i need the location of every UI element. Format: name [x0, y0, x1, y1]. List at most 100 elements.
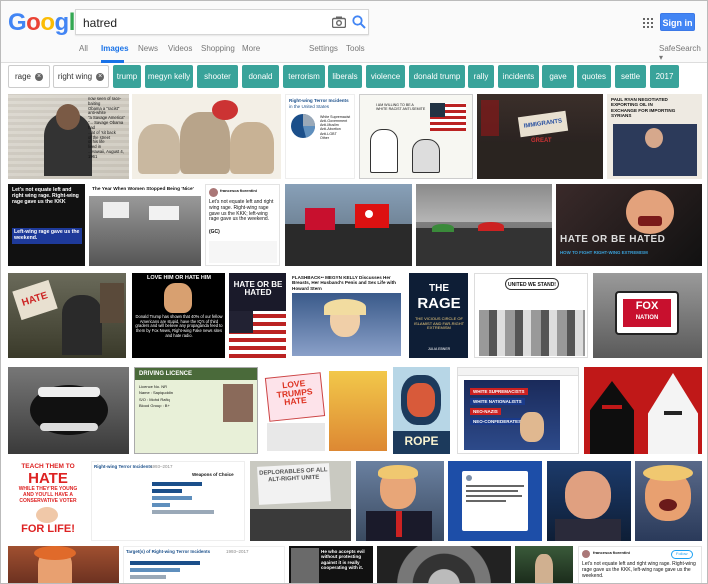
quote-subtext: Left-wing rage gave us the weekend.	[12, 228, 82, 244]
image-result-mlk-quote[interactable]: He who accepts evil without protesting a…	[289, 546, 373, 583]
image-result-trump-salute[interactable]	[356, 461, 444, 541]
image-result-political-cartoon[interactable]: I AM WILLING TO BE A WHITE RACIST ANTI-S…	[359, 94, 473, 179]
image-result-teach-them-to-hate[interactable]: TEACH THEM TO HATE WHILE THEY'RE YOUNG A…	[8, 461, 87, 541]
image-result-outdoor-photo[interactable]	[515, 546, 573, 583]
image-result-terror-chart[interactable]: Right-wing Terror Incidents in the Unite…	[285, 94, 355, 179]
image-result-united-we-stand[interactable]: UNITED WE STAND!	[474, 273, 588, 358]
tab-news[interactable]: News	[138, 44, 158, 53]
image-result-left-right-rage-quote[interactable]: Let's not equate left and right wing rag…	[8, 184, 85, 266]
poster-line-6: FOR LIFE!	[21, 523, 75, 535]
tab-all[interactable]: All	[79, 44, 88, 53]
image-result-rope-poster[interactable]: ROPE	[393, 367, 450, 454]
image-result-paul-ryan[interactable]: PAUL RYAN NEGOTIATED EXPORTING OIL IN EXCH…	[607, 94, 702, 179]
image-result-kathy-griffin[interactable]	[8, 546, 119, 583]
image-result-driving-licence[interactable]: DRIVING LICENCE Licence No. NR Name : Sap…	[134, 367, 258, 454]
person-figure	[535, 554, 553, 583]
chip-rage[interactable]: rage ×	[8, 65, 50, 88]
image-result-love-trumps-hate[interactable]: LOVE TRUMPS HATE	[263, 367, 390, 454]
protest-sign: DEPLORABLES OF ALL ALT-RIGHT UNITE	[257, 463, 331, 505]
tab-images[interactable]: Images	[101, 44, 129, 53]
chip-2017[interactable]: 2017	[650, 65, 679, 88]
list-item-red: WHITE SUPREMACISTS	[470, 388, 528, 396]
image-result-cartoon-crowd[interactable]	[132, 94, 281, 179]
image-result-flag-rally[interactable]	[285, 184, 412, 266]
chip-gave[interactable]: gave	[542, 65, 574, 88]
image-result-tweet-2[interactable]: francesca fiorentini Follow Let's not eq…	[578, 546, 702, 583]
image-result-love-him-or-hate-him[interactable]: LOVE HIM OR HATE HIM Donald Trump has sh…	[132, 273, 225, 358]
face-shape	[56, 104, 80, 130]
image-result-hooded-figures[interactable]	[584, 367, 702, 454]
face-shape	[626, 190, 674, 234]
image-result-target-chart[interactable]: Target(s) of Right-wing Terror Incidents…	[123, 546, 285, 583]
image-result-bw-photo[interactable]	[377, 546, 511, 583]
chip-shooter[interactable]: shooter	[197, 65, 238, 88]
image-result-hate-sign[interactable]: HATE	[8, 273, 126, 358]
thumb-text-block: now seen of race-baiting Obama a "racist"…	[88, 96, 125, 159]
remove-chip-icon[interactable]: ×	[35, 72, 43, 81]
banner-subtitle: HOW TO FIGHT RIGHT-WING EXTREMISM	[560, 250, 648, 255]
cartoon-red-shape	[212, 100, 238, 120]
cartoon-crowd	[479, 310, 585, 356]
search-input[interactable]	[83, 14, 323, 31]
book-title: HATE OR BE HATED	[233, 280, 283, 298]
image-result-the-rage-book[interactable]: THE RAGE THE VICIOUS CIRCLE OF ISLAMIST …	[409, 273, 468, 358]
chip-violence[interactable]: violence	[366, 65, 405, 88]
licence-fields: Licence No. NR Name : Sapiquddin S/O : Moh…	[139, 384, 174, 409]
poster-line-2: HATE	[28, 470, 68, 487]
remove-chip-icon[interactable]: ×	[96, 72, 105, 81]
chart-title: Target(s) of Right-wing Terror Incidents	[126, 549, 211, 554]
chip-rally[interactable]: rally	[468, 65, 494, 88]
mouth-shape	[638, 216, 662, 226]
image-result-news-video[interactable]: WHITE SUPREMACISTS WHITE NATIONALISTS NE…	[457, 367, 579, 454]
image-result-street-crowd[interactable]	[416, 184, 552, 266]
image-result-obama-certificate[interactable]: now seen of race-baiting Obama a "racist"…	[8, 94, 129, 179]
chip-trump[interactable]: trump	[113, 65, 141, 88]
hair-shape	[643, 465, 693, 481]
chip-incidents[interactable]: incidents	[498, 65, 539, 88]
bar	[130, 568, 180, 572]
image-result-deplorables-sign[interactable]: DEPLORABLES OF ALL ALT-RIGHT UNITE	[250, 461, 351, 541]
image-result-women-protest[interactable]: The Year When Women Stopped Being 'Nice'	[89, 184, 201, 266]
meme-title: LOVE HIM OR HATE HIM	[146, 275, 212, 281]
image-result-fox-nation[interactable]: FOX NATION	[593, 273, 702, 358]
image-result-trump-shout[interactable]	[635, 461, 702, 541]
camera-icon[interactable]	[332, 16, 346, 28]
banner-title: HATE OR BE HATED	[560, 234, 666, 245]
tweet-author: francesca fiorentini	[593, 550, 630, 555]
chip-terrorism[interactable]: terrorism	[283, 65, 325, 88]
chip-quotes[interactable]: quotes	[577, 65, 611, 88]
tab-shopping[interactable]: Shopping	[201, 44, 235, 53]
search-box[interactable]	[75, 9, 369, 35]
tab-more[interactable]: More	[242, 44, 260, 53]
tab-settings[interactable]: Settings	[309, 44, 338, 53]
search-icon[interactable]	[352, 15, 366, 29]
logo-letter: o	[26, 9, 41, 36]
logo-letter: o	[40, 9, 55, 36]
image-result-hate-or-be-hated-book[interactable]: HATE OR BE HATED	[229, 273, 286, 358]
fox-logo-subtext: NATION	[635, 315, 659, 321]
image-result-tweet[interactable]: francesca fiorentini Let's not equate le…	[205, 184, 280, 266]
tab-videos[interactable]: Videos	[168, 44, 192, 53]
image-result-immigrants-protest[interactable]: IMMIGRANTS GREAT	[477, 94, 603, 179]
image-result-mouth[interactable]	[8, 367, 129, 454]
apps-grid-icon[interactable]	[643, 18, 653, 28]
hair-shape	[34, 546, 76, 560]
cartoon-figure	[412, 139, 440, 173]
image-result-hate-or-be-hated-banner[interactable]: HATE OR BE HATED HOW TO FIGHT RIGHT-WING…	[556, 184, 702, 266]
image-result-tweet-screenshot[interactable]	[448, 461, 542, 541]
chip-right-wing[interactable]: right wing ×	[53, 65, 109, 88]
chip-donald[interactable]: donald	[242, 65, 279, 88]
chip-megyn-kelly[interactable]: megyn kelly	[145, 65, 193, 88]
image-result-megyn-kelly[interactable]: FLASHBACK•• MEGYN KELLY Discusses Her Br…	[290, 273, 403, 358]
chart-years: 1993–2017	[150, 464, 173, 469]
tab-tools[interactable]: Tools	[346, 44, 365, 53]
image-result-radio-host[interactable]	[547, 461, 631, 541]
chip-donald-trump[interactable]: donald trump	[409, 65, 465, 88]
image-result-weapons-chart[interactable]: Right-wing Terror Incidents 1993–2017 We…	[91, 461, 245, 541]
search-header: Google Sign in All Images News Videos S	[1, 1, 707, 63]
chip-settle[interactable]: settle	[615, 65, 646, 88]
chip-liberals[interactable]: liberals	[328, 65, 362, 88]
sign-in-button[interactable]: Sign in	[660, 13, 695, 31]
related-chips-bar: rage × right wing × trump megyn kelly shoo…	[1, 63, 707, 91]
safesearch-menu[interactable]: SafeSearch ▾	[659, 44, 707, 62]
